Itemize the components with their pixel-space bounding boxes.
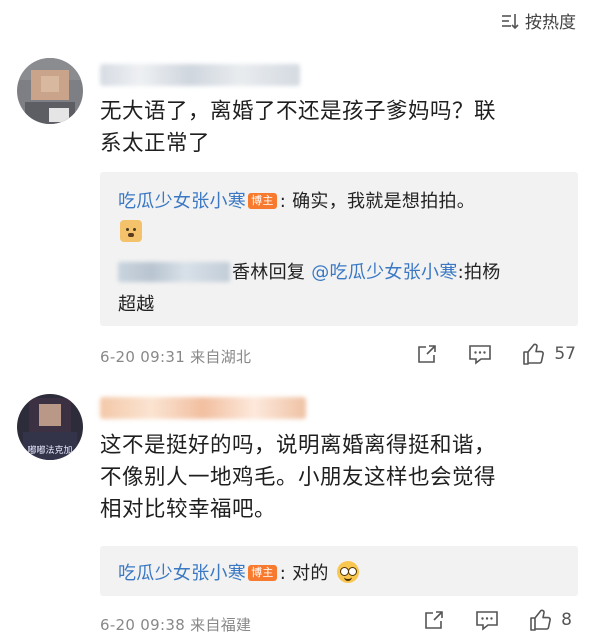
comment-time: 6-20 09:38 — [100, 616, 186, 634]
reply-button[interactable] — [468, 343, 492, 365]
reply-text: :拍杨 — [457, 262, 501, 283]
thumbs-up-icon — [523, 343, 545, 365]
sort-label: 按热度 — [525, 13, 576, 33]
share-icon — [418, 345, 437, 363]
username-blurred[interactable] — [100, 397, 306, 419]
reply-item: 香林回复 @吃瓜少女张小寒:拍杨 — [118, 258, 501, 284]
comment-location: 来自湖北 — [190, 348, 252, 366]
comment-actions: 8 — [423, 608, 572, 632]
avatar[interactable]: 嘟嘟法克加 — [17, 394, 83, 460]
reply-item: 吃瓜少女张小寒 博主: 确实，我就是想拍拍。 — [118, 187, 475, 213]
blogger-badge: 博主 — [248, 193, 277, 209]
comment-icon — [476, 611, 498, 631]
comment-location: 来自福建 — [190, 616, 252, 634]
nerd-emoji — [336, 561, 359, 583]
comment-text: 无大语了，离婚了不还是孩子爹妈吗？联 系太正常了 — [100, 99, 497, 156]
share-button[interactable] — [423, 609, 445, 631]
reply-prefix: 香林回复 — [232, 262, 306, 283]
comment-actions: 57 — [416, 342, 576, 366]
reply-mention[interactable]: @吃瓜少女张小寒 — [311, 262, 457, 283]
reply-text: : 对的 — [279, 563, 329, 584]
doge-emoji — [120, 220, 142, 242]
comment-icon — [469, 345, 492, 365]
like-count: 8 — [561, 610, 572, 630]
share-button[interactable] — [416, 343, 438, 365]
avatar[interactable] — [17, 58, 83, 124]
reply-thread[interactable]: 吃瓜少女张小寒 博主: 确实，我就是想拍拍。 香林回复 @吃瓜少女张小寒:拍杨 超… — [100, 172, 578, 326]
username-blurred[interactable] — [100, 64, 300, 86]
username-blurred[interactable] — [118, 262, 230, 282]
reply-text-continued: 超越 — [118, 294, 155, 315]
like-button[interactable]: 8 — [529, 608, 572, 632]
avatar-caption: 嘟嘟法克加 — [27, 446, 73, 456]
share-icon — [425, 611, 443, 629]
sort-control[interactable]: 按热度 — [501, 8, 576, 33]
comment-meta: 6-20 09:31 来自湖北 — [100, 346, 251, 367]
like-count: 57 — [554, 344, 576, 364]
reply-thread[interactable]: 吃瓜少女张小寒 博主: 对的 — [100, 546, 578, 596]
like-button[interactable]: 57 — [522, 342, 576, 366]
blogger-badge: 博主 — [248, 565, 277, 581]
reply-author[interactable]: 吃瓜少女张小寒 — [118, 191, 246, 212]
sort-icon — [501, 13, 519, 29]
comment-meta: 6-20 09:38 来自福建 — [100, 614, 251, 635]
reply-author[interactable]: 吃瓜少女张小寒 — [118, 563, 246, 584]
comment-time: 6-20 09:31 — [100, 348, 186, 366]
reply-item: 吃瓜少女张小寒 博主: 对的 — [118, 559, 359, 585]
reply-text: : 确实，我就是想拍拍。 — [279, 191, 476, 212]
thumbs-up-icon — [530, 609, 552, 631]
comment-text: 这不是挺好的吗，说明离婚离得挺和谐， 不像别人一地鸡毛。小朋友这样也会觉得 相对… — [100, 433, 497, 522]
reply-button[interactable] — [475, 609, 499, 631]
